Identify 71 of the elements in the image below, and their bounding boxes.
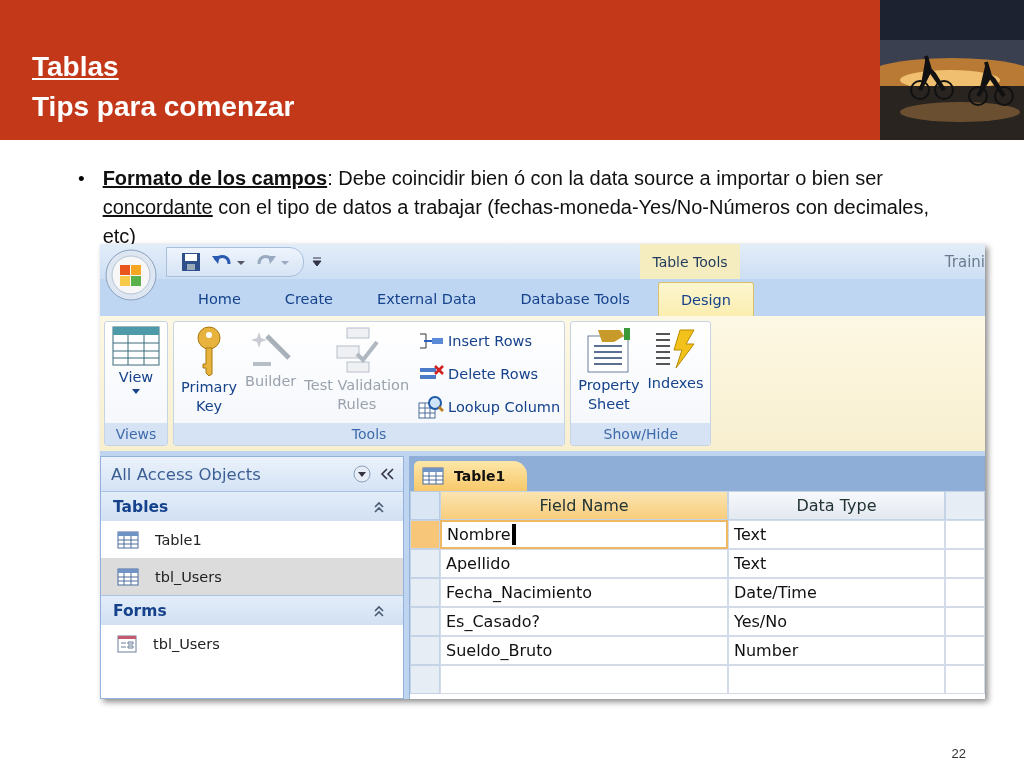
collapse-icon[interactable] — [373, 500, 385, 513]
row-selector[interactable] — [410, 607, 440, 636]
collapse-pane-icon[interactable] — [379, 467, 395, 481]
form-icon — [117, 634, 137, 653]
ribbon-button[interactable]: Property Sheet — [575, 326, 643, 423]
table-cell: Date/Time — [728, 578, 945, 607]
table-cell — [945, 636, 985, 665]
ribbon-button[interactable]: Indexes — [644, 326, 707, 423]
table-cell: Fecha_Nacimiento — [440, 578, 728, 607]
row-selector[interactable] — [410, 520, 440, 549]
window-title: Traini — [944, 252, 985, 271]
table-cell: Text — [728, 520, 945, 549]
ribbon-tab[interactable]: Create — [262, 282, 355, 316]
document-tab[interactable]: Table1 — [414, 461, 528, 491]
column-header[interactable] — [945, 491, 985, 520]
table-cell — [945, 520, 985, 549]
table-cell: Yes/No — [728, 607, 945, 636]
nav-item[interactable]: tbl_Users — [101, 558, 403, 595]
lookup-column-icon — [418, 394, 445, 419]
table-icon — [117, 530, 139, 549]
page-number: 22 — [951, 746, 966, 761]
ribbon-button[interactable]: Insert Rows — [418, 326, 561, 355]
group-label: Views — [105, 423, 167, 445]
collapse-icon[interactable] — [373, 604, 385, 617]
bullet-marker: • — [78, 167, 85, 191]
table-cell — [945, 549, 985, 578]
nav-item-label: tbl_Users — [153, 635, 220, 652]
table-cell: Nombre — [440, 520, 728, 549]
table-icon — [117, 567, 139, 586]
customize-icon[interactable] — [312, 255, 322, 268]
section-header[interactable]: Forms — [101, 595, 403, 625]
ribbon-tab[interactable]: Database Tools — [498, 282, 652, 316]
dropdown-icon[interactable] — [353, 465, 371, 483]
text-cursor — [511, 524, 516, 545]
ribbon-tab[interactable]: Design — [657, 282, 754, 316]
table-cell: Es_Casado? — [440, 607, 728, 636]
table-cell: Number — [728, 636, 945, 665]
section-title: Tables — [113, 497, 169, 516]
column-header[interactable]: Field Name — [440, 491, 728, 520]
row-selector[interactable] — [410, 665, 440, 694]
nav-item-label: Table1 — [155, 531, 202, 548]
table-cell: Apellido — [440, 549, 728, 578]
group-label: Tools — [174, 423, 565, 445]
key-icon — [194, 326, 224, 376]
row-selector[interactable] — [410, 549, 440, 578]
ribbon-button[interactable]: Delete Rows — [418, 359, 561, 388]
section-title: Forms — [113, 601, 167, 620]
select-all-corner[interactable] — [410, 491, 440, 520]
table-cell — [945, 578, 985, 607]
table-cell — [945, 665, 985, 694]
section-header[interactable]: Tables — [101, 491, 403, 521]
insert-rows-icon — [418, 330, 445, 351]
table-grid-icon — [112, 326, 160, 366]
table-cell — [945, 607, 985, 636]
slide-subtitle: Tips para comenzar — [32, 90, 295, 124]
nav-item-label: tbl_Users — [155, 568, 222, 585]
table-cell: Sueldo_Bruto — [440, 636, 728, 665]
table-cell: Text — [728, 549, 945, 578]
column-header[interactable]: Data Type — [728, 491, 945, 520]
slide-title: Tablas — [32, 50, 119, 84]
table-tools-label: Table Tools — [640, 244, 740, 279]
table-icon — [422, 467, 444, 485]
ribbon-button[interactable]: View — [109, 326, 163, 423]
ribbon-button[interactable]: Primary Key — [178, 326, 241, 423]
ribbon-button[interactable]: Lookup Column — [418, 392, 561, 421]
row-selector[interactable] — [410, 636, 440, 665]
group-label: Show/Hide — [571, 423, 711, 445]
ribbon-tab[interactable]: Home — [176, 282, 263, 316]
row-selector[interactable] — [410, 578, 440, 607]
ribbon-tab[interactable]: External Data — [355, 282, 499, 316]
save-icon[interactable] — [181, 251, 201, 272]
